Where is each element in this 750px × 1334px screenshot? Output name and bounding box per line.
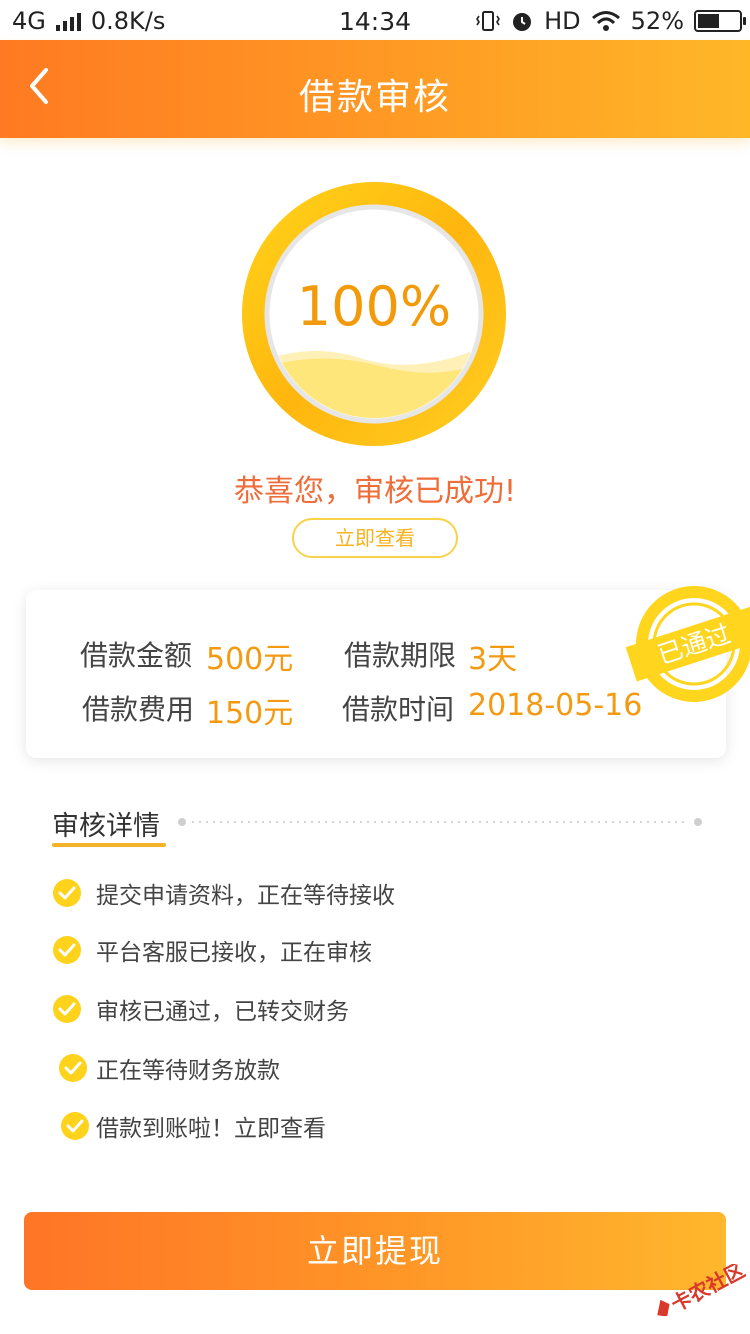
nav-bar: 借款审核 xyxy=(0,40,750,138)
hd-badge: HD xyxy=(544,7,581,35)
status-right: HD 52% xyxy=(476,7,746,35)
fee-value: 150元 xyxy=(206,696,294,731)
check-circle-icon xyxy=(53,936,81,964)
success-message: 恭喜您，审核已成功! xyxy=(233,474,517,509)
progress-ring: 100% xyxy=(240,180,508,448)
status-bar: 4G 0.8K/s 14:34 HD 52% xyxy=(0,0,750,40)
withdraw-button[interactable]: 立即提现 xyxy=(24,1212,726,1290)
amount-label: 借款金额 xyxy=(80,639,193,672)
section-underline xyxy=(52,843,166,847)
battery-icon xyxy=(694,10,746,32)
step-item: 正在等待财务放款 xyxy=(58,1051,280,1085)
term-value: 3天 xyxy=(468,642,518,677)
amount-value: 500元 xyxy=(206,642,294,677)
step-item: 平台客服已接收，正在审核 xyxy=(52,933,372,967)
fee-label: 借款费用 xyxy=(82,693,195,726)
page-title: 借款审核 xyxy=(298,77,451,118)
section-title: 审核详情 xyxy=(52,811,160,842)
step-item: 审核已通过，已转交财务 xyxy=(52,992,349,1026)
approved-stamp: 已通过 xyxy=(625,586,750,702)
step-label: 提交申请资料，正在等待接收 xyxy=(96,883,395,909)
step-label: 借款到账啦！立即查看 xyxy=(96,1116,326,1142)
step-item: 借款到账啦！立即查看 xyxy=(60,1109,326,1143)
check-circle-icon xyxy=(59,1054,87,1082)
check-circle-icon xyxy=(53,995,81,1023)
watermark-logo: 卡农社区 xyxy=(657,1264,746,1316)
section-divider xyxy=(178,818,702,826)
alarm-icon xyxy=(513,13,532,31)
time-label: 借款时间 xyxy=(342,693,455,726)
vibrate-icon xyxy=(476,11,501,31)
term-label: 借款期限 xyxy=(344,639,457,672)
wifi-icon xyxy=(591,11,620,31)
check-circle-icon xyxy=(61,1112,89,1140)
step-label: 平台客服已接收，正在审核 xyxy=(96,940,372,966)
view-now-button[interactable]: 立即查看 xyxy=(292,518,458,558)
battery-percent: 52% xyxy=(630,7,684,35)
loan-info-card: 借款金额 500元 借款期限 3天 借款费用 150元 借款时间 2018-05… xyxy=(26,586,750,758)
progress-percent: 100% xyxy=(296,275,452,338)
step-label: 正在等待财务放款 xyxy=(96,1058,280,1084)
watermark-text: 卡农社区 xyxy=(667,1264,746,1316)
step-label: 审核已通过，已转交财务 xyxy=(96,999,349,1025)
check-circle-icon xyxy=(53,879,81,907)
time-value: 2018-05-16 xyxy=(468,688,643,723)
battery-fill xyxy=(698,14,719,28)
step-item: 提交申请资料，正在等待接收 xyxy=(52,876,395,910)
